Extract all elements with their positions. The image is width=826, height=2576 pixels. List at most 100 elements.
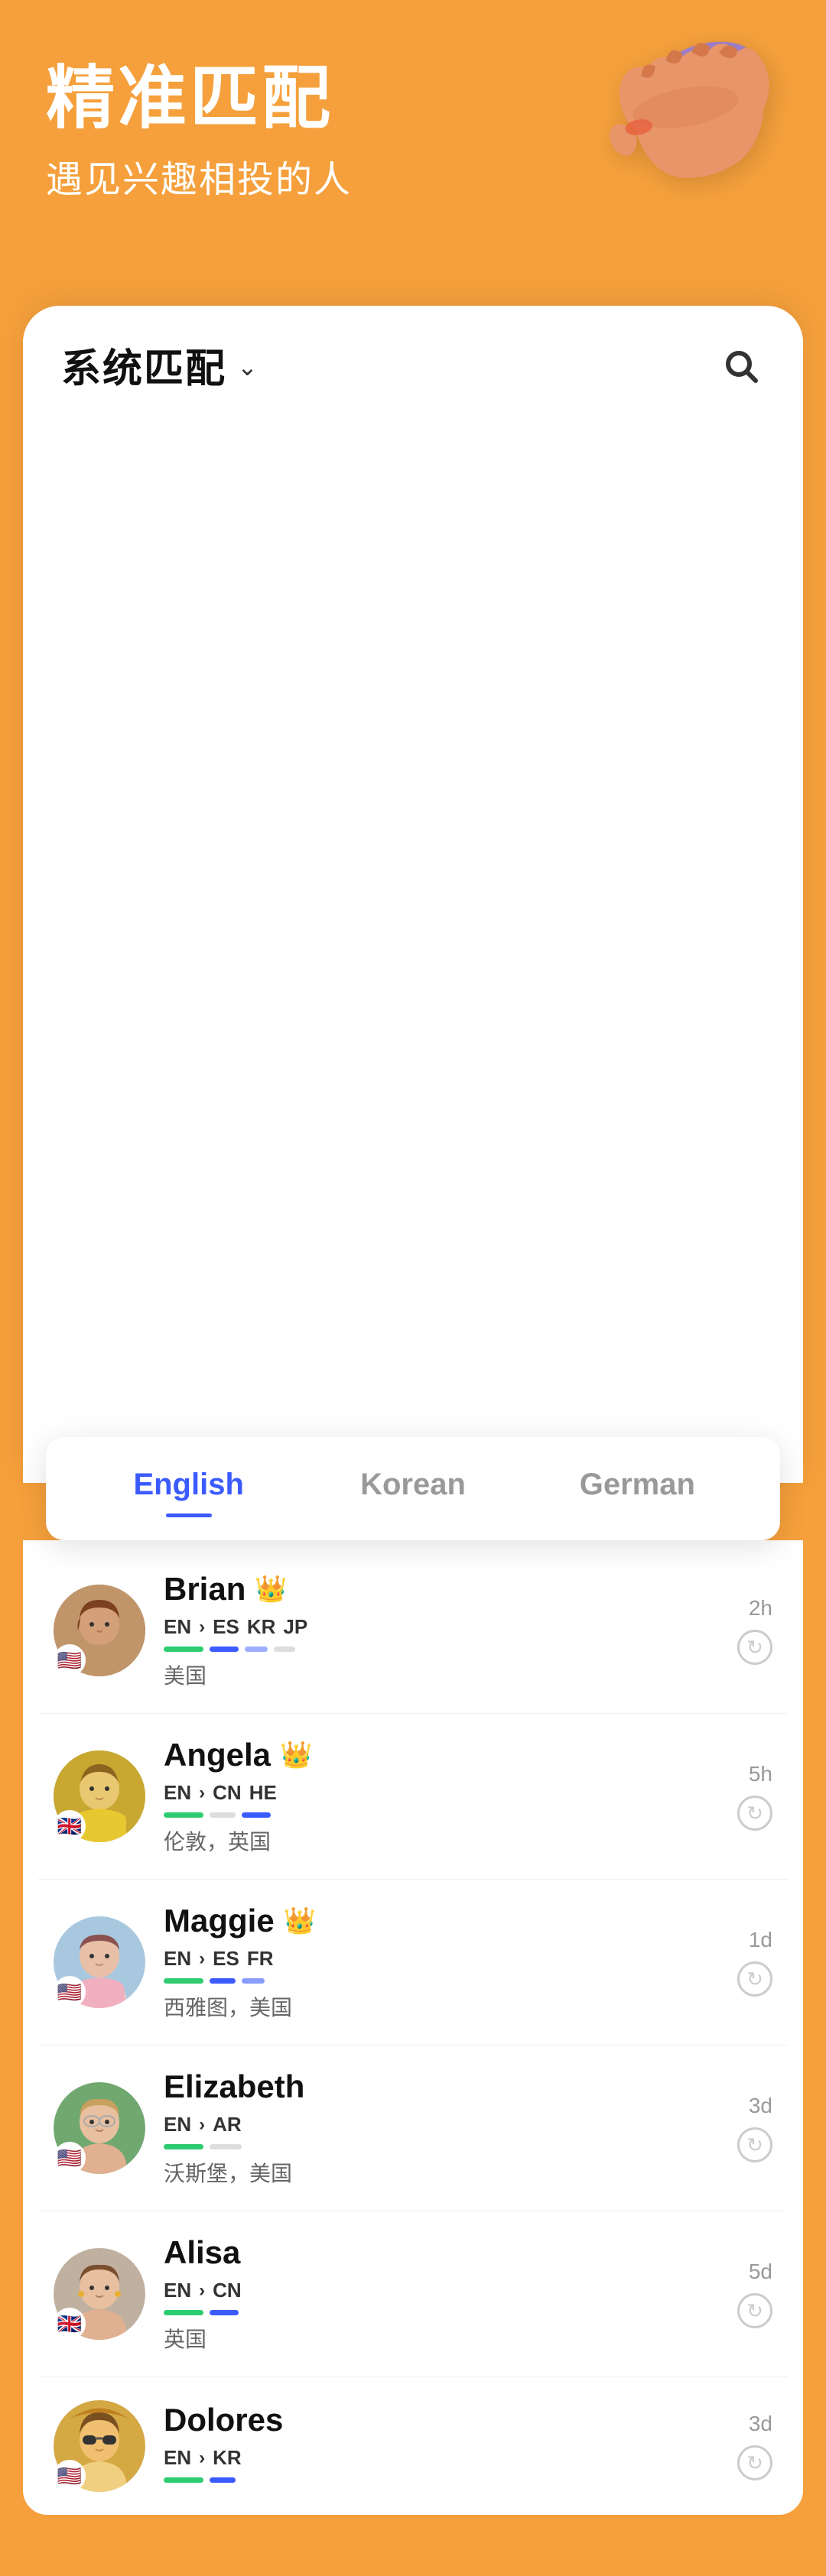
progress-bars	[164, 2144, 719, 2149]
avatar: 🇬🇧	[54, 2248, 145, 2340]
user-name: Angela	[164, 1737, 271, 1773]
lang-tags: EN › CN	[164, 2279, 719, 2302]
arrow-icon: ›	[199, 2280, 205, 2302]
progress-bar	[210, 2144, 242, 2149]
search-button[interactable]	[716, 341, 765, 390]
time-label: 5h	[749, 1762, 772, 1786]
progress-bar	[210, 2310, 239, 2315]
user-info: Brian 👑 EN › ES KR JP 美国	[164, 1571, 719, 1690]
user-item[interactable]: 🇬🇧 Angela 👑 EN › CN HE 伦敦，英国 5h ↻	[38, 1714, 788, 1880]
user-info: Alisa EN › CN 英国	[164, 2234, 719, 2354]
user-name-row: Maggie 👑	[164, 1903, 719, 1939]
hero-section: 精准匹配 遇见兴趣相投的人	[0, 0, 826, 306]
lang-tags: EN › ES FR	[164, 1947, 719, 1971]
avatar: 🇺🇸	[54, 1916, 145, 2008]
user-name: Dolores	[164, 2402, 283, 2438]
progress-bar	[210, 1978, 236, 1984]
lang-to: HE	[249, 1781, 277, 1805]
crown-icon: 👑	[284, 1906, 316, 1936]
user-meta: 3d ↻	[737, 2094, 772, 2162]
progress-bar	[210, 1812, 236, 1818]
lang-from: EN	[164, 1947, 191, 1971]
progress-bar	[164, 2310, 203, 2315]
user-name-row: Dolores	[164, 2402, 719, 2438]
user-meta: 3d ↻	[737, 2412, 772, 2480]
progress-bar	[242, 1978, 265, 1984]
progress-bar	[274, 1646, 295, 1652]
sync-icon[interactable]: ↻	[737, 1630, 772, 1665]
lang-from: EN	[164, 1615, 191, 1639]
user-item[interactable]: 🇺🇸 Elizabeth EN › AR 沃斯堡，美国 3d ↻	[38, 2046, 788, 2211]
progress-bars	[164, 1812, 719, 1818]
lang-tags: EN › KR	[164, 2446, 719, 2470]
sync-icon[interactable]: ↻	[737, 2293, 772, 2328]
lang-tags: EN › ES KR JP	[164, 1615, 719, 1639]
user-info: Elizabeth EN › AR 沃斯堡，美国	[164, 2068, 719, 2188]
progress-bar	[242, 1812, 271, 1818]
handshake-illustration	[547, 0, 826, 264]
time-label: 3d	[749, 2412, 772, 2436]
progress-bar	[164, 1812, 203, 1818]
user-meta: 1d ↻	[737, 1928, 772, 1997]
progress-bar	[245, 1646, 268, 1652]
lang-from: EN	[164, 2113, 191, 2136]
arrow-icon: ›	[199, 2448, 205, 2469]
flag-badge: 🇬🇧	[54, 1810, 86, 1842]
user-name-row: Alisa	[164, 2234, 719, 2271]
user-name-row: Brian 👑	[164, 1571, 719, 1608]
user-info: Dolores EN › KR	[164, 2402, 719, 2490]
lang-from: EN	[164, 2279, 191, 2302]
lang-to: AR	[213, 2113, 242, 2136]
language-tabs: English Korean German	[46, 1437, 780, 1540]
user-location: 英国	[164, 2323, 719, 2354]
lang-tags: EN › CN HE	[164, 1781, 719, 1805]
avatar: 🇺🇸	[54, 1585, 145, 1676]
progress-bar	[164, 1978, 203, 1984]
user-name: Elizabeth	[164, 2068, 304, 2105]
time-label: 2h	[749, 1596, 772, 1621]
flag-badge: 🇺🇸	[54, 2460, 86, 2492]
time-label: 1d	[749, 1928, 772, 1952]
flag-badge: 🇬🇧	[54, 2308, 86, 2340]
search-bar-left: 系统匹配 ⌄	[61, 336, 258, 394]
flag-badge: 🇺🇸	[54, 1644, 86, 1676]
user-name-row: Elizabeth	[164, 2068, 719, 2105]
tab-korean[interactable]: Korean	[301, 1460, 525, 1517]
lang-from: EN	[164, 2446, 191, 2470]
tab-english[interactable]: English	[76, 1460, 301, 1517]
lang-to: FR	[247, 1947, 274, 1971]
user-item[interactable]: 🇺🇸 Maggie 👑 EN › ES FR 西雅图，美国 1d ↻	[38, 1880, 788, 2046]
lang-to: ES	[213, 1615, 239, 1639]
tab-german[interactable]: German	[525, 1460, 750, 1517]
user-item[interactable]: 🇬🇧 Alisa EN › CN 英国 5d ↻	[38, 2211, 788, 2377]
lang-to: KR	[247, 1615, 276, 1639]
user-item[interactable]: 🇺🇸 Dolores EN › KR 3d ↻	[38, 2377, 788, 2500]
sync-icon[interactable]: ↻	[737, 2127, 772, 2162]
arrow-icon: ›	[199, 1783, 205, 1804]
user-location: 美国	[164, 1659, 719, 1690]
arrow-icon: ›	[199, 2114, 205, 2136]
user-info: Maggie 👑 EN › ES FR 西雅图，美国	[164, 1903, 719, 2022]
progress-bar	[164, 2144, 203, 2149]
progress-bar	[210, 1646, 239, 1652]
avatar: 🇺🇸	[54, 2082, 145, 2174]
arrow-icon: ›	[199, 1948, 205, 1970]
sync-icon[interactable]: ↻	[737, 1796, 772, 1831]
user-item[interactable]: 🇺🇸 Brian 👑 EN › ES KR JP 美国 2h	[38, 1548, 788, 1714]
search-bar-area: 系统匹配 ⌄	[23, 306, 803, 409]
progress-bars	[164, 2477, 719, 2483]
lang-to: CN	[213, 2279, 242, 2302]
progress-bars	[164, 1646, 719, 1652]
chevron-down-icon[interactable]: ⌄	[237, 352, 258, 381]
lang-to: KR	[213, 2446, 242, 2470]
user-name: Maggie	[164, 1903, 275, 1939]
sync-icon[interactable]: ↻	[737, 1961, 772, 1997]
user-location: 沃斯堡，美国	[164, 2157, 719, 2188]
user-meta: 5d ↻	[737, 2260, 772, 2328]
sync-icon[interactable]: ↻	[737, 2445, 772, 2480]
main-card: 系统匹配 ⌄	[23, 306, 803, 1483]
flag-badge: 🇺🇸	[54, 2142, 86, 2174]
time-label: 5d	[749, 2260, 772, 2284]
search-icon	[722, 347, 759, 384]
lang-tags: EN › AR	[164, 2113, 719, 2136]
